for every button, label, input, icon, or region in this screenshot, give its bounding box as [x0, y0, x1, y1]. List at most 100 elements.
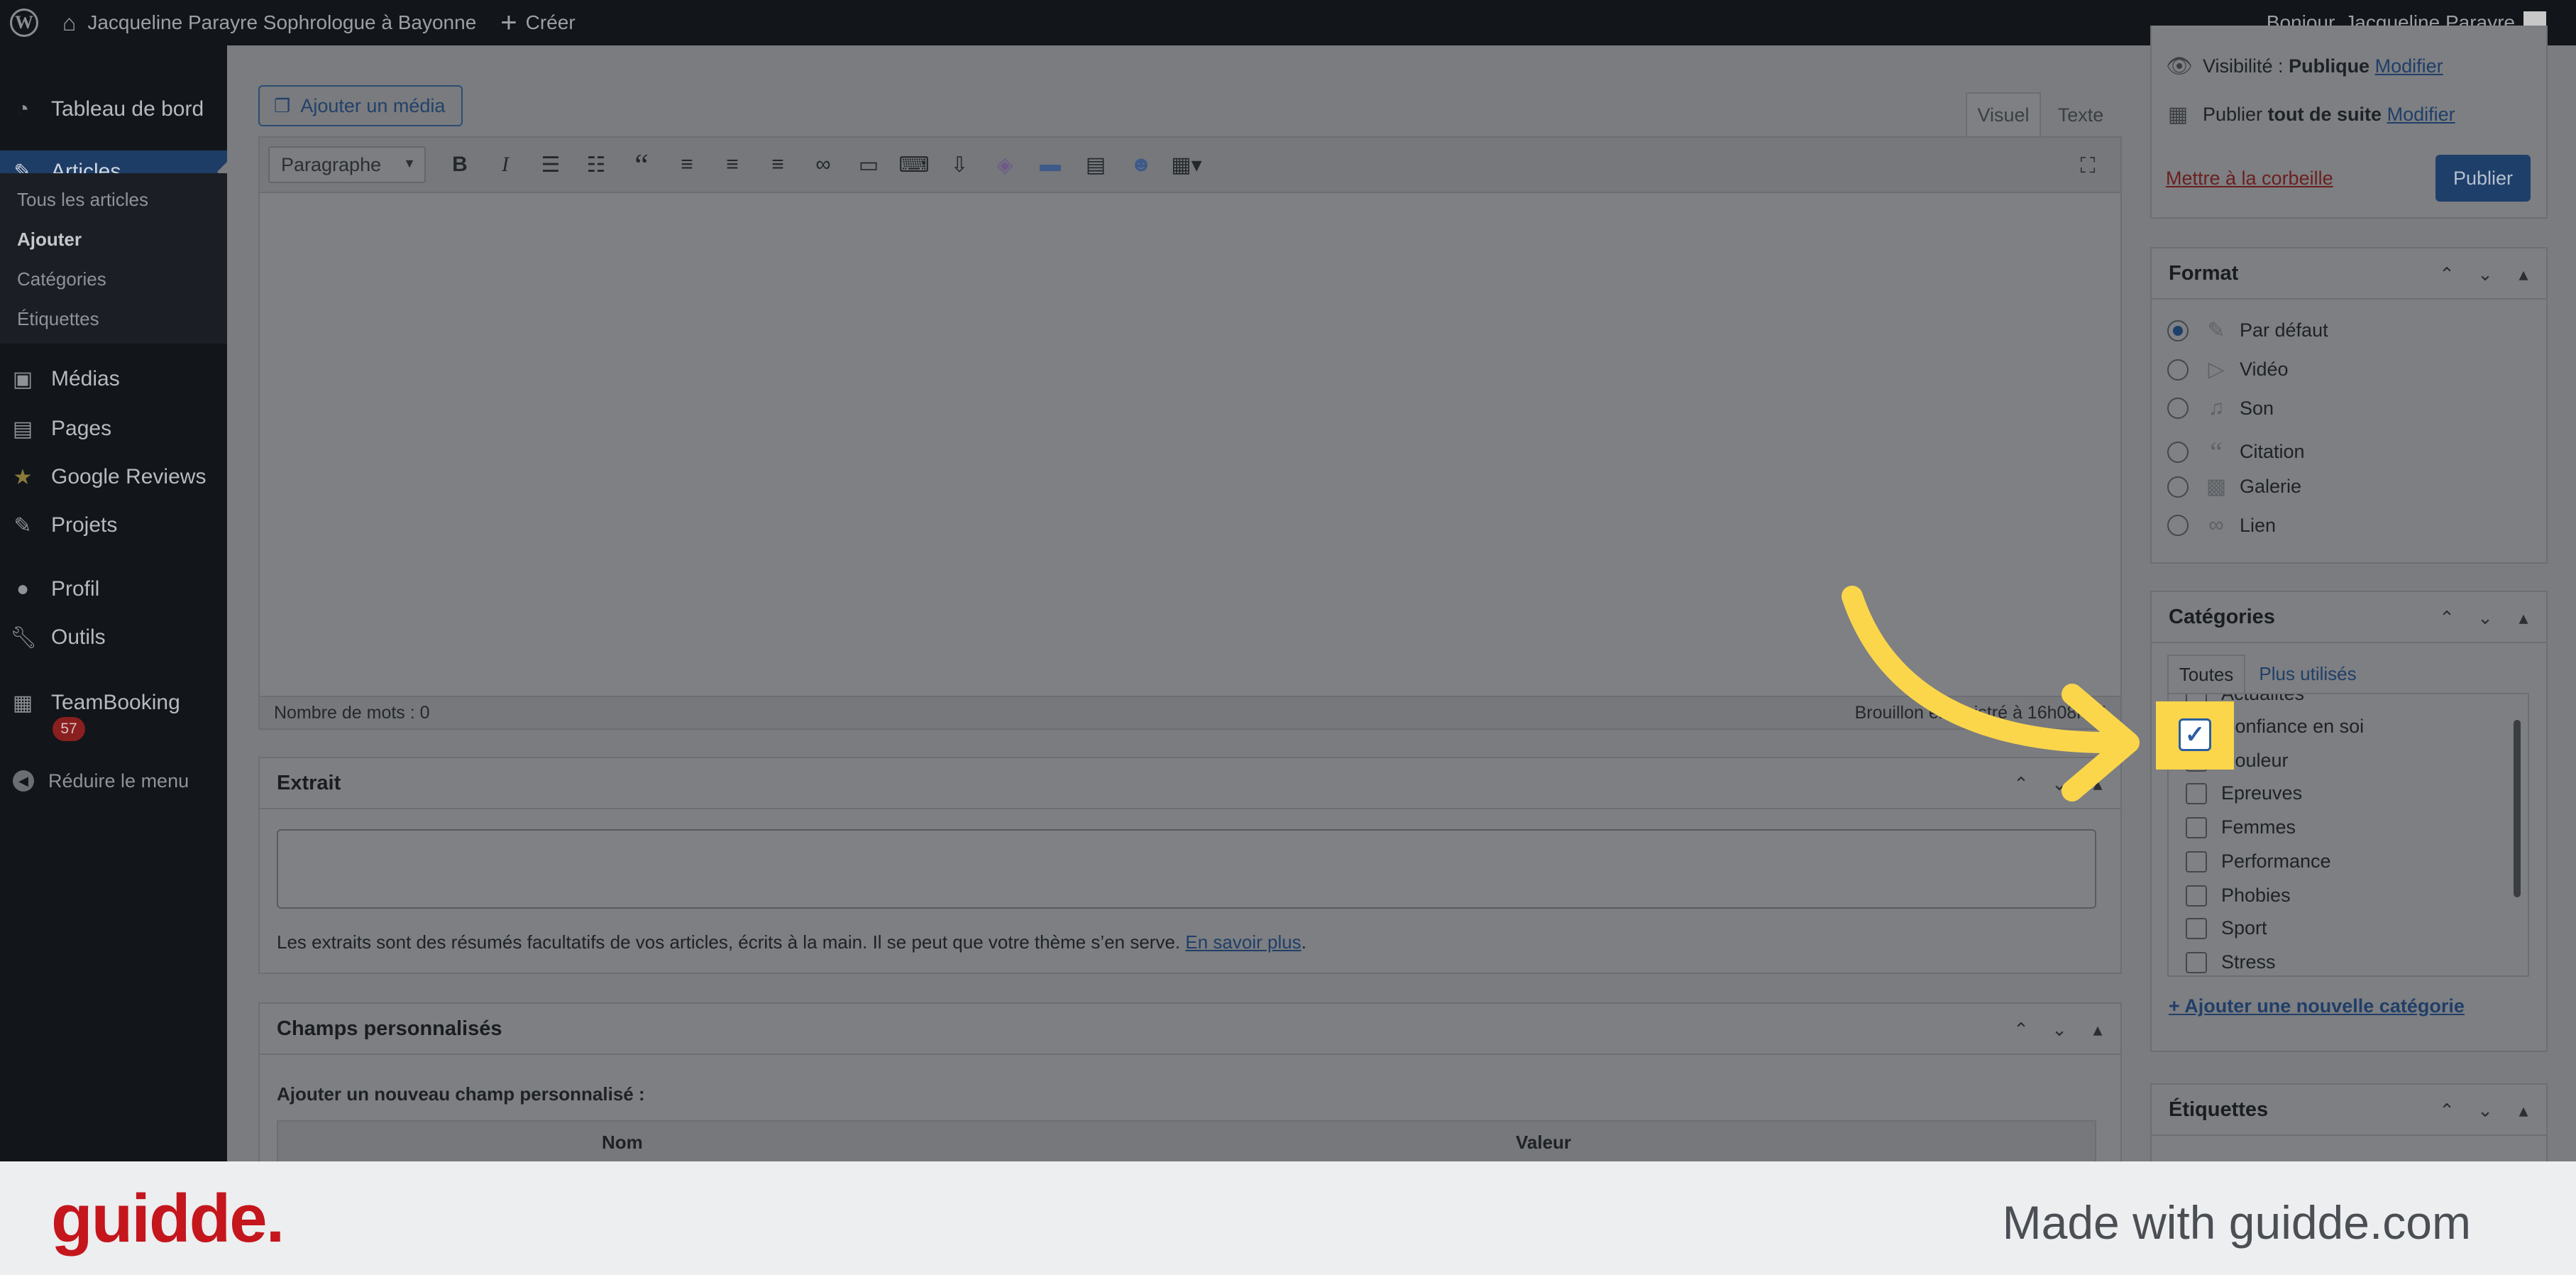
- category-checkbox[interactable]: [2186, 951, 2207, 973]
- toggle-icon[interactable]: ▴: [2084, 1017, 2112, 1042]
- format-option-link[interactable]: ∞ Lien: [2167, 513, 2276, 537]
- user-icon[interactable]: ☻: [1118, 146, 1164, 183]
- category-checkbox[interactable]: [2186, 885, 2207, 907]
- excerpt-help-text: Les extraits sont des résumés facultatif…: [277, 931, 1181, 953]
- read-more-icon[interactable]: ▭: [846, 146, 891, 183]
- music-icon: ♫: [2208, 396, 2225, 420]
- divider-icon[interactable]: ▤: [1073, 146, 1118, 183]
- learn-more-link[interactable]: En savoir plus: [1185, 931, 1301, 953]
- align-right-icon[interactable]: ≡: [755, 146, 800, 183]
- category-item[interactable]: Sport: [2186, 917, 2267, 939]
- radio-button[interactable]: [2167, 359, 2189, 381]
- radio-button[interactable]: [2167, 476, 2189, 498]
- guidde-logo: guidde.: [51, 1181, 285, 1257]
- tab-text[interactable]: Texte: [2044, 92, 2118, 136]
- blockquote-icon[interactable]: “: [619, 146, 664, 183]
- teambooking-count-badge: 57: [53, 717, 85, 741]
- edit-visibility-link[interactable]: Modifier: [2375, 55, 2443, 77]
- category-item[interactable]: Performance: [2186, 850, 2331, 872]
- format-option-audio[interactable]: ♫ Son: [2167, 396, 2274, 420]
- category-label: Stress: [2221, 951, 2276, 973]
- menu-media[interactable]: ▣ Médias: [0, 358, 227, 400]
- move-up-icon[interactable]: ⌃: [2433, 605, 2461, 630]
- radio-button[interactable]: [2167, 319, 2189, 341]
- shortcode-icon[interactable]: ◈: [982, 146, 1028, 183]
- move-down-icon[interactable]: ⌄: [2045, 1017, 2074, 1042]
- toggle-icon[interactable]: ▴: [2509, 1098, 2538, 1123]
- link-icon[interactable]: ∞: [800, 146, 846, 183]
- toggle-icon[interactable]: ▴: [2509, 605, 2538, 630]
- move-down-icon[interactable]: ⌄: [2471, 605, 2499, 630]
- fullscreen-icon[interactable]: ⛶: [2065, 148, 2110, 185]
- menu-label: Médias: [51, 367, 120, 390]
- bullet-list-icon[interactable]: ☰: [528, 146, 573, 183]
- menu-pages[interactable]: ▤ Pages: [0, 407, 227, 450]
- insert-icon[interactable]: ⇩: [937, 146, 982, 183]
- menu-projects[interactable]: ✎ Projets: [0, 504, 227, 547]
- menu-label: Projets: [51, 513, 118, 537]
- move-up-icon[interactable]: ⌃: [2433, 261, 2461, 287]
- category-label: Confiance en soi: [2221, 716, 2365, 737]
- tab-visual[interactable]: Visuel: [1966, 92, 2041, 136]
- dashboard-icon: ◔: [16, 97, 30, 121]
- align-left-icon[interactable]: ≡: [664, 146, 710, 183]
- align-center-icon[interactable]: ≡: [710, 146, 755, 183]
- italic-icon[interactable]: I: [483, 146, 528, 183]
- move-up-icon[interactable]: ⌃: [2433, 1098, 2461, 1123]
- category-item[interactable]: Epreuves: [2186, 782, 2302, 804]
- pin-icon: ✎: [13, 513, 32, 537]
- format-label: Lien: [2240, 514, 2277, 536]
- radio-button[interactable]: [2167, 515, 2189, 536]
- toggle-icon[interactable]: ▴: [2509, 261, 2538, 287]
- radio-button[interactable]: [2167, 441, 2189, 463]
- category-item[interactable]: Phobies: [2186, 885, 2291, 907]
- menu-profile[interactable]: ● Profil: [0, 568, 227, 611]
- wrench-icon: 🔧︎: [10, 625, 38, 650]
- tab-most-used[interactable]: Plus utilisés: [2251, 655, 2365, 693]
- collapse-arrow-icon: ◀: [13, 770, 34, 792]
- submenu-tags[interactable]: Étiquettes: [17, 308, 99, 330]
- submenu-add-new[interactable]: Ajouter: [17, 229, 82, 251]
- category-label: Phobies: [2221, 885, 2291, 906]
- keyboard-icon[interactable]: ⌨︎: [891, 146, 937, 183]
- category-checkbox[interactable]: [2186, 816, 2207, 838]
- column-icon[interactable]: ▬: [1028, 146, 1073, 183]
- guidde-footer: guidde. Made with guidde.com: [0, 1161, 2576, 1275]
- radio-button[interactable]: [2167, 398, 2189, 419]
- box-controls: ⌃ ⌄ ▴: [2433, 1098, 2538, 1123]
- menu-google-reviews[interactable]: ★ Google Reviews: [0, 456, 227, 498]
- add-new-category-link[interactable]: + Ajouter une nouvelle catégorie: [2169, 995, 2465, 1017]
- publish-button[interactable]: Publier: [2435, 155, 2531, 202]
- format-select[interactable]: Paragraphe: [268, 146, 426, 183]
- edit-schedule-link[interactable]: Modifier: [2387, 104, 2455, 126]
- category-checkbox[interactable]: [2186, 917, 2207, 939]
- move-to-trash-link[interactable]: Mettre à la corbeille: [2166, 168, 2333, 190]
- category-checkbox[interactable]: [2186, 850, 2207, 872]
- move-up-icon[interactable]: ⌃: [2007, 1017, 2035, 1042]
- category-item[interactable]: Stress: [2186, 951, 2276, 973]
- move-down-icon[interactable]: ⌄: [2471, 261, 2499, 287]
- format-option-quote[interactable]: “ Citation: [2167, 435, 2305, 469]
- excerpt-textarea[interactable]: [277, 829, 2096, 909]
- menu-dashboard[interactable]: ◔ Tableau de bord: [0, 88, 227, 131]
- menu-teambooking[interactable]: ▦ TeamBooking: [0, 682, 227, 724]
- submenu-categories[interactable]: Catégories: [17, 268, 106, 290]
- menu-tools[interactable]: 🔧︎ Outils: [0, 616, 227, 659]
- wordpress-logo-button[interactable]: W: [0, 0, 62, 45]
- bold-icon[interactable]: B: [437, 146, 483, 183]
- add-media-button[interactable]: ❐ Ajouter un média: [258, 85, 463, 126]
- category-scrollbar[interactable]: [2514, 720, 2521, 897]
- category-item[interactable]: Femmes: [2186, 816, 2296, 838]
- numbered-list-icon[interactable]: ☷: [573, 146, 619, 183]
- site-name-link[interactable]: ⌂ Jacqueline Parayre Sophrologue à Bayon…: [62, 0, 476, 45]
- collapse-label: Réduire le menu: [48, 770, 189, 792]
- format-option-default[interactable]: ✎ Par défaut: [2167, 318, 2328, 343]
- format-option-gallery[interactable]: ▩ Galerie: [2167, 474, 2301, 499]
- move-down-icon[interactable]: ⌄: [2471, 1098, 2499, 1123]
- format-label: Galerie: [2240, 476, 2302, 497]
- format-option-video[interactable]: ▷ Vidéo: [2167, 357, 2289, 382]
- new-content-menu[interactable]: + Créer: [476, 0, 575, 45]
- submenu-all-articles[interactable]: Tous les articles: [17, 189, 148, 211]
- collapse-menu-button[interactable]: ◀ Réduire le menu: [0, 760, 227, 802]
- calendar-icon[interactable]: ▦▾: [1164, 146, 1209, 183]
